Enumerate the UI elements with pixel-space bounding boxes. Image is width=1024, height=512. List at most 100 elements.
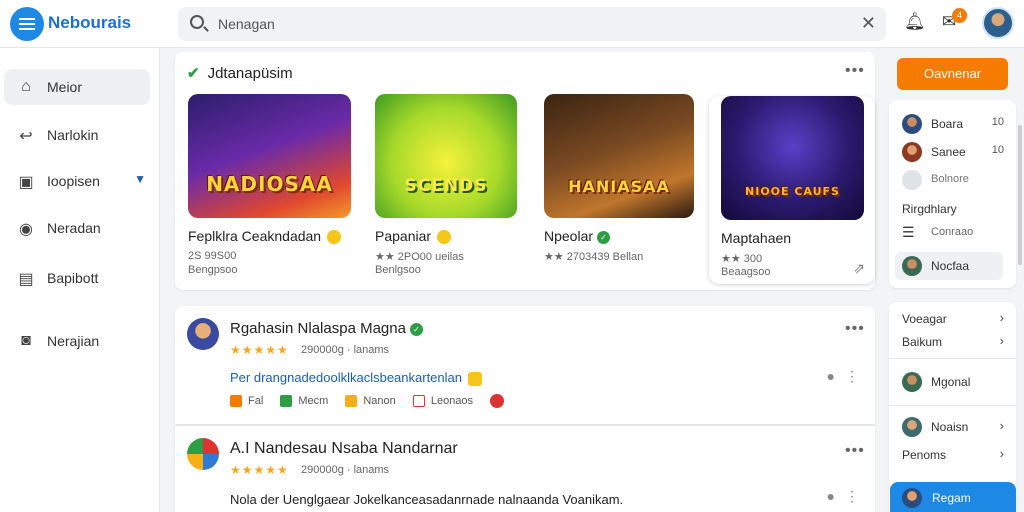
home-icon: ⌂ (21, 78, 31, 95)
sidebar-item-label: Bapibott (47, 270, 99, 286)
post-card: A.I Nandesau Nsaba Nandarnar ★★★★★ 29000… (175, 425, 875, 512)
emoji-icon (327, 230, 342, 245)
notification-badge: 4 (952, 8, 967, 23)
sidebar-item-home[interactable]: ⌂ Meior (4, 69, 150, 105)
comment-icon[interactable]: ● (827, 488, 835, 504)
kebab-icon[interactable]: ⋮ (845, 368, 859, 385)
sidebar-item-briefcase[interactable]: ▣ Ioopisen ▼ (4, 163, 150, 199)
sidebar-item-label: Narlokin (47, 127, 99, 143)
game-title: Feplklra Ceakndadan (188, 228, 342, 245)
game-thumbnail[interactable]: HANIASAA (544, 94, 694, 218)
rating-stars: ★★★★★ (230, 343, 289, 357)
sidebar-item-label: Nerajian (47, 333, 100, 349)
category-row[interactable]: ☰ Conraao (889, 221, 1016, 245)
friend-row[interactable]: Sanee 10 (889, 140, 1016, 164)
game-card[interactable]: NIOOE CAUFS Maptahaen ★★ 300 Beaagsoo ⇗ (709, 96, 875, 284)
user-row[interactable]: Mgonal (889, 370, 1016, 394)
chevron-right-icon: › (999, 446, 1004, 461)
link-row[interactable]: Voeagar › (889, 307, 1016, 331)
share-icon[interactable]: ⇗ (853, 260, 865, 277)
post-author[interactable]: A.I Nandesau Nsaba Nandarnar (230, 440, 458, 458)
user-row[interactable]: Penoms › (889, 443, 1016, 467)
app-title: Nebourais (48, 13, 132, 32)
save-button[interactable]: Leonaos (412, 395, 473, 407)
post-meta: 290000g · lanams (301, 344, 390, 356)
sidebar-item-location[interactable]: ◉ Neradan (4, 210, 150, 246)
sidebar-item-chart[interactable]: ▤ Bapibott (4, 260, 150, 296)
game-card[interactable]: NADIOSAA Feplklra Ceakndadan 2S 99S00 Be… (188, 94, 351, 276)
game-card[interactable]: SCENDS Papaniar ★★ 2PO00 ueilas Benlgsoo (375, 94, 517, 276)
sidebar-item-share[interactable]: ↩ Narlokin (4, 117, 150, 153)
record-icon[interactable] (490, 394, 505, 408)
close-icon[interactable]: ✕ (861, 13, 876, 34)
profile-button[interactable]: Regam (890, 482, 1016, 512)
game-thumbnail[interactable]: SCENDS (375, 94, 517, 218)
verified-icon: ✓ (597, 230, 611, 244)
game-meta: Beaagsoo (721, 266, 771, 278)
search-bar[interactable]: Nenagan ✕ (178, 7, 886, 41)
comment-button[interactable]: Mecm (280, 395, 328, 407)
user-row[interactable]: Noaisn › (889, 415, 1016, 439)
link-row[interactable]: Baikum › (889, 330, 1016, 354)
post-text[interactable]: Per drangnadedoolklkaclsbeankartenlan (230, 370, 482, 386)
location-pin-icon: ◉ (19, 221, 33, 238)
section-title: Rirgdhlary (902, 202, 957, 216)
post-actions: Fal Mecm Nanon Leonaos (230, 394, 510, 408)
more-options-icon[interactable]: ••• (845, 62, 865, 80)
chart-icon: ▤ (18, 271, 34, 288)
divider (889, 405, 1016, 406)
game-card[interactable]: HANIASAA Npeolar ✓ ★★ 2703439 Bellan (544, 94, 694, 263)
more-options-icon[interactable]: ••• (845, 320, 865, 338)
chevron-right-icon: › (999, 418, 1004, 433)
game-meta: Benlgsoo (375, 264, 421, 276)
chevron-right-icon: › (999, 310, 1004, 325)
avatar[interactable] (187, 438, 219, 470)
emoji-icon (437, 230, 452, 245)
avatar[interactable] (902, 417, 922, 437)
game-title: Papaniar (375, 228, 452, 245)
post-author[interactable]: Rgahasin Nlalaspa Magna ✓ (230, 320, 423, 337)
game-thumbnail[interactable]: NADIOSAA (188, 94, 351, 218)
featured-card: ✔ Jdtanapüsim ••• NADIOSAA Feplklra Ceakn… (175, 52, 875, 290)
post-text[interactable]: Nola der Uenglgaear Jokelkanceasadanrnad… (230, 492, 623, 507)
like-button[interactable]: Fal (230, 395, 263, 407)
game-meta: ★★ 300 (721, 253, 763, 265)
avatar[interactable] (902, 372, 922, 392)
kebab-icon[interactable]: ⋮ (845, 488, 859, 505)
primary-action-button[interactable]: Oavnenar (897, 58, 1008, 90)
more-options-icon[interactable]: ••• (845, 442, 865, 460)
post-card: Rgahasin Nlalaspa Magna ✓ ★★★★★ 290000g ·… (175, 306, 875, 424)
sidebar: ⌂ Meior ↩ Narlokin ▣ Ioopisen ▼ ◉ Nerada… (0, 48, 160, 512)
emoji-icon (468, 371, 482, 386)
verified-icon: ✓ (409, 322, 423, 336)
menu-icon[interactable] (10, 7, 44, 41)
search-input[interactable]: Nenagan (218, 16, 275, 32)
chevron-right-icon: › (999, 333, 1004, 348)
chevron-down-icon[interactable]: ▼ (134, 172, 146, 186)
post-meta: 290000g · lanams (301, 464, 390, 476)
share-button[interactable]: Nanon (345, 395, 396, 407)
links-panel: Voeagar › Baikum › Mgonal Noaisn › Penom… (889, 302, 1016, 512)
sidebar-item-label: Ioopisen (47, 173, 100, 189)
list-icon: ☰ (902, 224, 915, 240)
friend-row[interactable]: Boara 10 (889, 112, 1016, 136)
active-friend-row[interactable]: Nocfaa (895, 252, 1003, 280)
avatar[interactable] (902, 170, 922, 190)
scrollbar[interactable] (1018, 125, 1022, 265)
check-icon: ✔ (187, 65, 200, 82)
avatar[interactable] (902, 256, 922, 276)
avatar[interactable] (902, 114, 922, 134)
avatar (902, 488, 922, 508)
bell-icon[interactable]: 🔔︎ (904, 12, 926, 32)
game-thumbnail[interactable]: NIOOE CAUFS (721, 96, 864, 220)
avatar[interactable] (902, 142, 922, 162)
sidebar-item-lock[interactable]: ◙ Nerajian (4, 323, 150, 359)
briefcase-icon: ▣ (18, 174, 34, 191)
avatar[interactable] (982, 7, 1014, 39)
share-icon: ↩ (19, 128, 33, 145)
divider (889, 358, 1016, 359)
comment-icon[interactable]: ● (827, 368, 835, 384)
game-meta: ★★ 2703439 Bellan (544, 251, 644, 263)
avatar[interactable] (187, 318, 219, 350)
friend-row[interactable]: Bolnore (889, 168, 1016, 192)
